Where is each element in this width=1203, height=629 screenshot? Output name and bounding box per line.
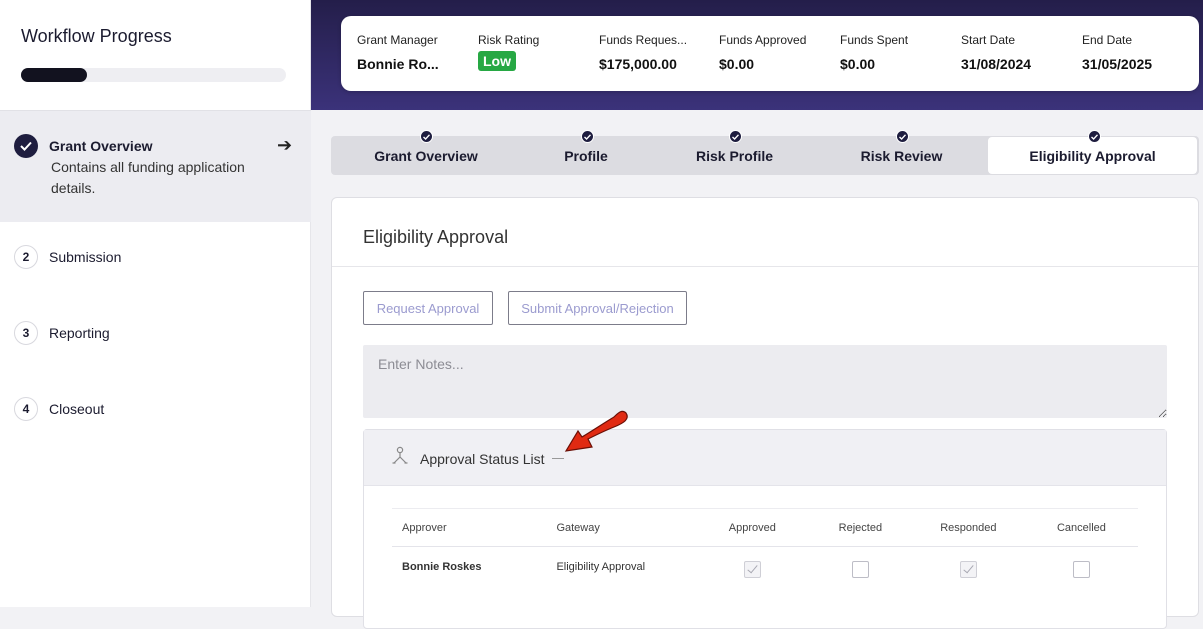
summary-label: Funds Spent [840, 33, 909, 47]
sidebar-step-description: Contains all funding application details… [51, 159, 245, 196]
approval-status-title: Approval Status List [420, 451, 545, 467]
summary-value: Bonnie Ro... [357, 56, 439, 72]
tab-risk-profile[interactable]: Risk Profile [651, 130, 818, 175]
summary-grant-manager: Grant Manager Bonnie Ro... [357, 33, 472, 72]
table-header-row: Approver Gateway Approved Rejected Respo… [392, 508, 1138, 547]
check-icon [14, 134, 38, 158]
approved-cell [696, 547, 809, 587]
approval-status-header[interactable]: Approval Status List [364, 430, 1166, 486]
check-icon [1088, 130, 1101, 143]
panel-divider [332, 266, 1198, 267]
workflow-sidebar: Workflow Progress Grant Overview Contain… [0, 0, 311, 607]
approval-status-list: Approval Status List Approver Gateway Ap… [363, 429, 1167, 629]
summary-label: End Date [1082, 33, 1133, 47]
arrow-right-icon[interactable]: ➔ [277, 135, 292, 156]
cancelled-cell [1025, 547, 1138, 587]
column-header: Cancelled [1024, 508, 1138, 547]
risk-badge: Low [478, 51, 516, 71]
workflow-progress-bar [21, 68, 286, 82]
check-icon [896, 130, 909, 143]
workflow-progress-fill [21, 68, 88, 82]
column-header: Responded [911, 508, 1025, 547]
submit-approval-button[interactable]: Submit Approval/Rejection [508, 291, 687, 325]
column-header: Gateway [546, 508, 696, 547]
rejected-checkbox[interactable] [851, 560, 869, 578]
summary-value: $175,000.00 [599, 56, 677, 72]
collapse-icon[interactable] [552, 458, 564, 459]
eligibility-approval-panel: Eligibility Approval Request Approval Su… [331, 197, 1199, 629]
summary-funds-spent: Funds Spent $0.00 [840, 33, 955, 72]
summary-start-date: Start Date 31/08/2024 [961, 33, 1076, 72]
column-header: Approved [695, 508, 809, 547]
panel-title: Eligibility Approval [363, 227, 509, 247]
tab-profile[interactable]: Profile [521, 130, 651, 175]
sidebar-step-submission[interactable]: 2 Submission [14, 245, 121, 269]
section-tabs: Grant Overview Profile Risk Profile Risk… [331, 130, 1199, 175]
table-row: Bonnie Roskes Eligibility Approval [392, 547, 1138, 587]
approval-status-table: Approver Gateway Approved Rejected Respo… [392, 508, 1138, 587]
column-header: Approver [392, 508, 547, 547]
summary-funds-approved: Funds Approved $0.00 [719, 33, 834, 72]
summary-value: $0.00 [719, 56, 755, 72]
gateway-cell: Eligibility Approval [556, 560, 646, 573]
tab-risk-review[interactable]: Risk Review [818, 130, 985, 175]
step-number: 3 [14, 321, 38, 345]
approved-checkbox[interactable] [743, 560, 761, 578]
summary-label: Risk Rating [478, 33, 540, 47]
request-approval-button[interactable]: Request Approval [363, 291, 493, 325]
check-icon [581, 130, 594, 143]
summary-label: Grant Manager [357, 33, 438, 47]
sidebar-title: Workflow Progress [21, 26, 172, 46]
sidebar-step-closeout[interactable]: 4 Closeout [14, 397, 104, 421]
tab-label: Eligibility Approval [1029, 147, 1156, 164]
step-number: 2 [14, 245, 38, 269]
summary-value: 31/05/2025 [1082, 56, 1153, 72]
responded-checkbox[interactable] [959, 560, 977, 578]
summary-funds-requested: Funds Reques... $175,000.00 [599, 33, 714, 72]
cancelled-checkbox[interactable] [1072, 560, 1090, 578]
workflow-branch-icon [391, 446, 409, 471]
tab-label: Grant Overview [374, 147, 478, 164]
sidebar-step-title: Grant Overview [49, 138, 153, 154]
summary-value: $0.00 [840, 56, 876, 72]
column-header: Rejected [808, 508, 912, 547]
step-number: 4 [14, 397, 38, 421]
rejected-cell [809, 547, 912, 587]
tab-label: Profile [564, 147, 608, 164]
summary-risk-rating: Risk Rating Low [478, 33, 593, 71]
grant-summary-card: Grant Manager Bonnie Ro... Risk Rating L… [341, 16, 1199, 91]
tab-label: Risk Review [860, 147, 943, 164]
responded-cell [912, 547, 1025, 587]
summary-label: Start Date [961, 33, 1016, 47]
summary-label: Funds Approved [719, 33, 807, 47]
check-icon [420, 130, 433, 143]
approver-cell: Bonnie Roskes [402, 560, 482, 573]
step-label: Reporting [49, 325, 110, 341]
tab-label: Risk Profile [695, 147, 774, 164]
summary-value: 31/08/2024 [961, 56, 1032, 72]
sidebar-step-reporting[interactable]: 3 Reporting [14, 321, 110, 345]
tab-grant-overview[interactable]: Grant Overview [331, 130, 521, 175]
step-label: Submission [49, 249, 122, 265]
annotation-arrow-icon [564, 410, 628, 452]
step-label: Closeout [49, 401, 105, 417]
check-icon [729, 130, 742, 143]
summary-label: Funds Reques... [599, 33, 688, 47]
summary-end-date: End Date 31/05/2025 [1082, 33, 1197, 72]
tab-eligibility-approval[interactable]: Eligibility Approval [988, 130, 1197, 174]
notes-input[interactable] [363, 345, 1167, 418]
